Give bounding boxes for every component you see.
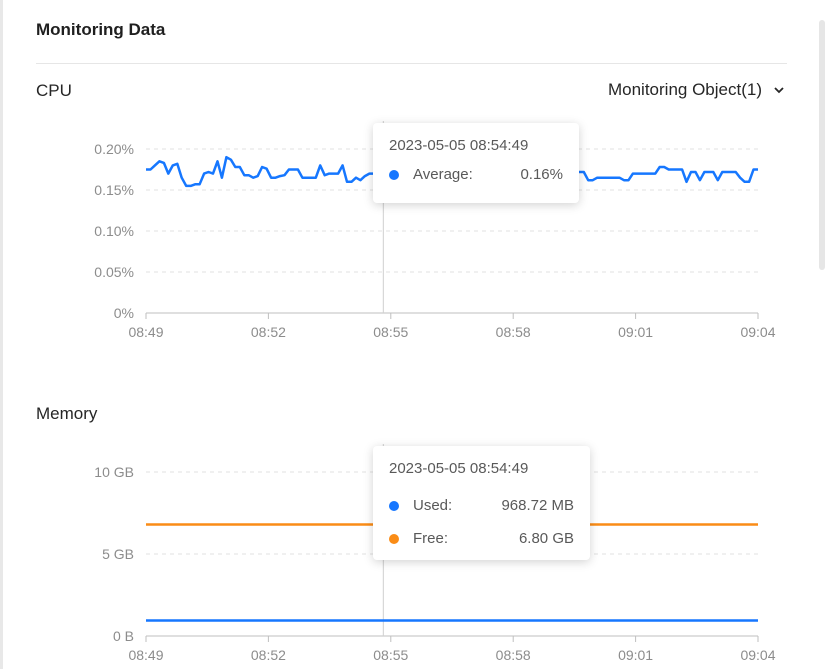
memory-x-tick-label: 08:55 — [373, 647, 408, 663]
memory-tooltip-used-name: Used: — [413, 497, 453, 514]
memory-x-tick-label: 09:01 — [618, 647, 653, 663]
memory-x-tick-label: 08:58 — [496, 647, 531, 663]
memory-tooltip-time: 2023-05-05 08:54:49 — [389, 460, 529, 477]
memory-chart[interactable]: 0 B 5 GB 10 GB 08:49 08:52 08:55 08:58 09:01 09:… — [0, 0, 826, 669]
memory-tooltip-row-free: Free: 6.80 GB — [389, 522, 574, 555]
memory-tooltip-free-value: 6.80 GB — [518, 530, 574, 547]
free-dot — [389, 533, 399, 544]
memory-x-tick-label: 08:52 — [251, 647, 286, 663]
memory-x-tick-label: 08:49 — [128, 647, 163, 663]
memory-tooltip-used-value: 968.72 MB — [501, 497, 574, 514]
memory-y-tick-label: 5 GB — [102, 546, 134, 562]
memory-tooltip-free-name: Free: — [413, 530, 449, 547]
memory-y-tick-label: 10 GB — [94, 464, 134, 480]
memory-tooltip-row-used: Used: 968.72 MB — [389, 489, 574, 522]
memory-x-tick-label: 09:04 — [740, 647, 775, 663]
memory-tooltip: 2023-05-05 08:54:49 Used: 968.72 MB Free… — [373, 446, 590, 560]
used-dot — [389, 500, 399, 511]
memory-y-tick-label: 0 B — [113, 628, 134, 644]
